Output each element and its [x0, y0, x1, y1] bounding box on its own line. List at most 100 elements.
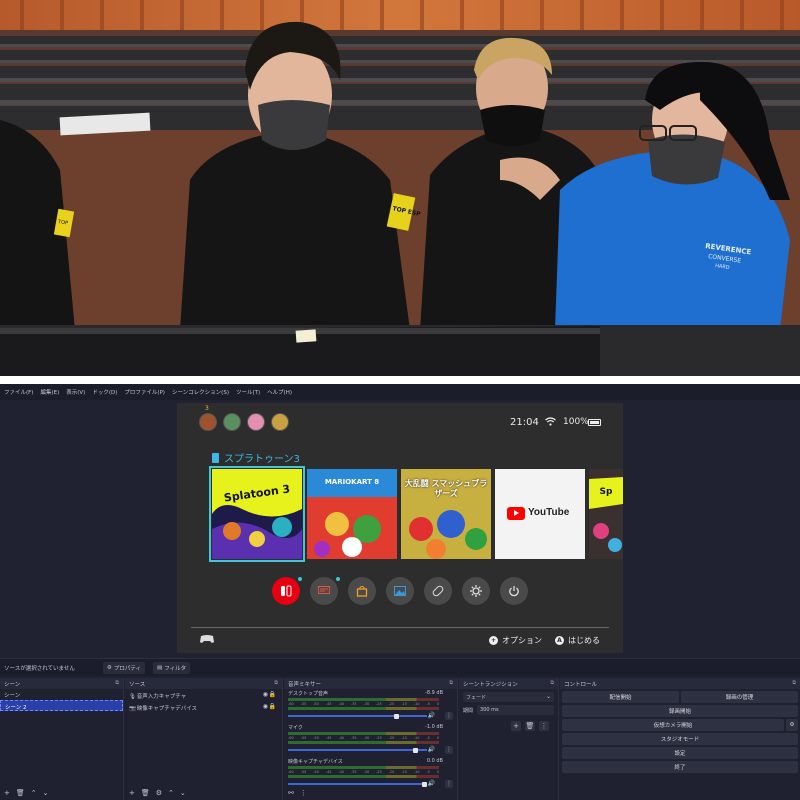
meter-scale: -60 -55 -50 -45 -40 -35 -30 -25 -20 -15 -10 -5 0 [288, 770, 439, 774]
transition-type-select[interactable]: フェード ⌄ [463, 692, 554, 702]
dock-float-icon[interactable]: ⧉ [792, 680, 796, 686]
tile-label-mariokart: MARIOKART 8 [324, 478, 380, 486]
menu-file[interactable]: ファイル(F) [4, 388, 33, 396]
sources-list: 🎙 音声入力キャプチャ ◉ 🔒 📷 映像キャプチャデバイス ◉ 🔒 [125, 689, 282, 786]
mixer-channels: デスクトップ音声 -8.9 dB -60 -55 -50 -45 -40 -35 -30 -25-… [284, 689, 457, 788]
exit-button[interactable]: 終了 [562, 761, 798, 773]
menu-scene-collection[interactable]: シーンコレクション(S) [172, 388, 229, 396]
menu-profile[interactable]: プロファイル(P) [124, 388, 165, 396]
link-icon[interactable]: ⚯ [288, 789, 294, 797]
studio-mode-button[interactable]: スタジオモード [562, 733, 798, 745]
meter-tick: -25 [376, 770, 382, 774]
menu-tools[interactable]: ツール(T) [236, 388, 260, 396]
add-icon[interactable]: + [4, 789, 10, 797]
game-tile-splatoon[interactable]: Sp [589, 469, 623, 559]
menu-help[interactable]: ヘルプ(H) [267, 388, 292, 396]
news-icon[interactable] [310, 577, 338, 605]
power-icon[interactable] [500, 577, 528, 605]
controls-header: コントロール ⧉ [560, 678, 800, 689]
source-item[interactable]: 📷 映像キャプチャデバイス ◉ 🔒 [125, 701, 282, 713]
transitions-title: シーントランジション [463, 682, 518, 688]
speaker-icon[interactable]: 🔊 [428, 746, 435, 753]
volume-slider[interactable] [288, 781, 427, 787]
add-icon[interactable]: + [511, 721, 521, 731]
sources-title: ソース [129, 682, 146, 688]
volume-slider[interactable] [288, 713, 427, 719]
chevron-down-icon[interactable]: ⌄ [180, 789, 186, 797]
properties-button[interactable]: ⚙ プロパティ [102, 661, 146, 674]
duration-input[interactable]: 300 ms [477, 705, 554, 715]
start-virtual-camera-button[interactable]: 仮想カメラ開始 [562, 719, 784, 731]
trash-icon[interactable]: 🗑 [525, 721, 535, 731]
meter-tick: -10 [413, 736, 420, 740]
meter-tick: -60 [288, 702, 294, 706]
selected-game: スプラトゥーン3 [212, 450, 300, 465]
chevron-down-icon: ⌄ [545, 693, 551, 700]
transition-type-value: フェード [466, 695, 487, 701]
more-icon[interactable]: ⋮ [539, 721, 549, 731]
dock-float-icon[interactable]: ⧉ [115, 680, 119, 686]
footer-divider [191, 627, 609, 628]
menu-view[interactable]: 表示(V) [66, 388, 85, 396]
camera-icon: 📷 [129, 706, 136, 712]
dock-float-icon[interactable]: ⧉ [449, 680, 453, 686]
scenes-list: シーン シーン 2 [0, 689, 123, 786]
dock-float-icon[interactable]: ⧉ [550, 680, 554, 686]
chevron-up-icon[interactable]: ⌃ [31, 789, 37, 797]
volume-slider[interactable] [288, 747, 427, 753]
options-button[interactable]: + オプション [489, 635, 542, 646]
plus-key-icon: + [489, 636, 498, 645]
dock-float-icon[interactable]: ⧉ [274, 680, 278, 686]
game-tile-smash-bros[interactable]: 大乱闘 スマッシュブラザーズ [401, 469, 491, 559]
more-icon[interactable]: ⋮ [300, 789, 307, 797]
meter-tick: -20 [388, 736, 395, 740]
more-icon[interactable]: ⋮ [445, 746, 453, 754]
online-icon[interactable] [272, 577, 300, 605]
add-icon[interactable]: + [129, 789, 135, 797]
game-tile-youtube[interactable]: YouTube [495, 469, 585, 559]
battery-icon [588, 419, 601, 426]
meter-tick: 0 [436, 770, 439, 774]
start-button[interactable]: A はじめる [555, 635, 600, 646]
lock-icon[interactable]: 🔒 [269, 691, 276, 698]
menu-docks[interactable]: ドック(D) [92, 388, 117, 396]
scene-item-selected[interactable]: シーン 2 [0, 700, 123, 711]
meter-tick: -55 [300, 702, 307, 706]
filters-button[interactable]: ▤ フィルタ [153, 661, 191, 674]
more-icon[interactable]: ⋮ [445, 712, 453, 720]
recording-management-button[interactable]: 録画の管理 [681, 691, 798, 703]
trash-icon[interactable]: 🗑 [141, 789, 150, 797]
chevron-down-icon[interactable]: ⌄ [43, 789, 49, 797]
switch-home-preview[interactable]: 3 21:04 100% スプラトゥーン3 Splatoon 3 MARIOKA… [177, 403, 623, 653]
controllers-icon[interactable] [424, 577, 452, 605]
start-recording-button[interactable]: 録画開始 [562, 705, 798, 717]
eshop-icon[interactable] [348, 577, 376, 605]
trash-icon[interactable]: 🗑 [16, 789, 25, 797]
properties-label: プロパティ [113, 665, 142, 672]
eye-icon[interactable]: ◉ [263, 703, 268, 710]
game-tile-splatoon3[interactable]: Splatoon 3 [209, 466, 305, 562]
meter-tick: -20 [388, 702, 395, 706]
settings-button[interactable]: 設定 [562, 747, 798, 759]
source-label: 音声入力キャプチャ [136, 694, 187, 700]
meter-tick: -15 [401, 736, 407, 740]
eye-icon[interactable]: ◉ [263, 691, 268, 698]
photo-illustration: TOP TOP ESP REVERENCE CONVERSE HARD [0, 0, 800, 376]
start-streaming-button[interactable]: 配信開始 [562, 691, 679, 703]
chevron-up-icon[interactable]: ⌃ [168, 789, 174, 797]
menu-edit[interactable]: 編集(E) [40, 388, 59, 396]
speaker-icon[interactable]: 🔊 [428, 712, 435, 719]
gear-icon[interactable]: ⚙ [786, 719, 798, 731]
settings-icon[interactable] [462, 577, 490, 605]
youtube-logo-icon [507, 507, 525, 520]
meter-tick: -40 [338, 770, 345, 774]
volume-slider-knob[interactable] [413, 747, 419, 753]
gear-icon: ⚙ [106, 664, 112, 671]
volume-slider-knob[interactable] [393, 713, 399, 719]
lock-icon[interactable]: 🔒 [269, 703, 276, 710]
gear-icon[interactable]: ⚙ [156, 789, 162, 797]
source-item[interactable]: 🎙 音声入力キャプチャ ◉ 🔒 [125, 689, 282, 701]
album-icon[interactable] [386, 577, 414, 605]
scene-item[interactable]: シーン [0, 689, 123, 700]
game-tile-mariokart8[interactable]: MARIOKART 8 [307, 469, 397, 559]
